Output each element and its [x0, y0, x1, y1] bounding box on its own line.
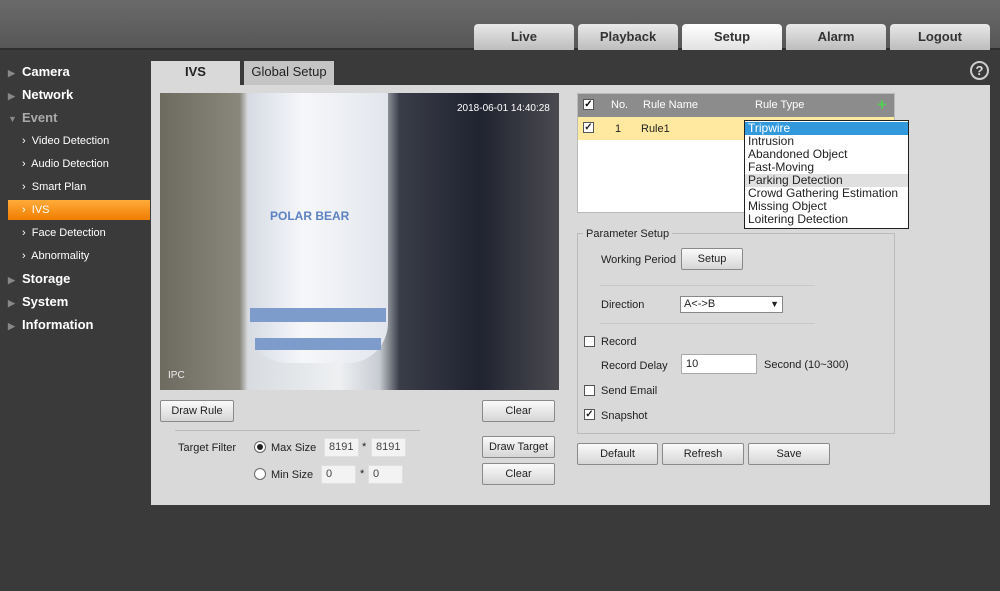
parameter-setup-legend: Parameter Setup [583, 227, 673, 241]
nav-tab-setup[interactable]: Setup [682, 24, 782, 50]
clear-rule-button[interactable]: Clear [482, 400, 555, 422]
record-delay-label: Record Delay [601, 360, 668, 372]
sidebar-label: IVS [31, 204, 50, 216]
table-header: ✓ No. Rule Name Rule Type + [578, 94, 894, 117]
direction-label: Direction [601, 299, 645, 311]
snapshot-label: Snapshot [601, 410, 648, 422]
add-rule-icon[interactable]: + [877, 95, 887, 115]
row-no: 1 [615, 123, 622, 135]
default-button[interactable]: Default [577, 443, 658, 465]
sidebar-label: Event [22, 110, 58, 125]
draw-target-button[interactable]: Draw Target [482, 436, 555, 458]
sidebar-label: Smart Plan [31, 181, 87, 193]
working-period-setup-button[interactable]: Setup [681, 248, 743, 270]
tab-global-setup[interactable]: Global Setup [244, 61, 334, 85]
record-checkbox[interactable] [584, 336, 595, 347]
video-preview[interactable]: POLAR BEAR 2018-06-01 14:40:28 IPC [160, 93, 559, 390]
mug-text: POLAR BEAR [270, 209, 350, 223]
nav-tab-playback[interactable]: Playback [578, 24, 678, 50]
send-email-checkbox[interactable] [584, 385, 595, 396]
sidebar-item-event[interactable]: ▼ Event [8, 108, 150, 128]
sidebar-item-audio-detection[interactable]: › Audio Detection [8, 154, 150, 174]
row-checkbox[interactable]: ✓ [583, 122, 594, 133]
sidebar-item-storage[interactable]: ▶ Storage [8, 269, 150, 289]
video-channel-label: IPC [168, 370, 185, 381]
min-height-input[interactable]: 0 [368, 465, 403, 484]
sidebar-label: Face Detection [31, 227, 106, 239]
send-email-label: Send Email [601, 385, 658, 397]
snapshot-checkbox[interactable]: ✓ [584, 409, 595, 420]
header-rule-type: Rule Type [755, 99, 805, 111]
triangle-right-icon: ▶ [8, 91, 15, 101]
sidebar-item-face-detection[interactable]: › Face Detection [8, 223, 150, 243]
size-separator: * [360, 468, 365, 480]
direction-value: A<->B [684, 298, 716, 310]
max-size-label: Max Size [271, 442, 317, 454]
sidebar-item-information[interactable]: ▶ Information [8, 315, 150, 335]
sidebar-item-system[interactable]: ▶ System [8, 292, 150, 312]
mug-stripe [250, 308, 386, 322]
top-bar: Live Playback Setup Alarm Logout [0, 0, 1000, 50]
tab-ivs[interactable]: IVS [151, 61, 240, 86]
header-rule-name: Rule Name [643, 99, 699, 111]
sidebar-item-smart-plan[interactable]: › Smart Plan [8, 177, 150, 197]
size-separator: * [362, 441, 367, 453]
sidebar-item-camera[interactable]: ▶ Camera [8, 62, 150, 82]
triangle-right-icon: ▶ [8, 298, 15, 308]
sidebar-label: Abnormality [31, 250, 90, 262]
mug-image [248, 93, 388, 363]
divider [175, 430, 420, 431]
mug-stripe [255, 338, 381, 350]
min-width-input[interactable]: 0 [321, 465, 356, 484]
select-all-checkbox[interactable]: ✓ [583, 99, 594, 110]
sidebar-item-ivs[interactable]: › IVS [8, 200, 150, 220]
min-size-label: Min Size [271, 469, 314, 481]
video-timestamp: 2018-06-01 14:40:28 [457, 103, 550, 114]
clear-target-button[interactable]: Clear [482, 463, 555, 485]
refresh-button[interactable]: Refresh [662, 443, 744, 465]
sidebar-item-network[interactable]: ▶ Network [8, 85, 150, 105]
nav-tab-alarm[interactable]: Alarm [786, 24, 886, 50]
target-filter-label: Target Filter [178, 442, 237, 454]
sidebar-label: System [22, 294, 69, 309]
dropdown-option-loitering-detection[interactable]: Loitering Detection [745, 213, 908, 226]
rule-type-dropdown[interactable]: Tripwire Intrusion Abandoned Object Fast… [744, 120, 909, 229]
save-button[interactable]: Save [748, 443, 830, 465]
min-size-radio[interactable] [254, 468, 266, 480]
triangle-right-icon: ▶ [8, 68, 15, 78]
sidebar-item-abnormality[interactable]: › Abnormality [8, 246, 150, 266]
max-height-input[interactable]: 8191 [371, 438, 406, 457]
row-rule-name: Rule1 [641, 123, 670, 135]
sidebar-label: Network [22, 87, 74, 102]
direction-select[interactable]: A<->B ▼ [680, 296, 783, 313]
triangle-right-icon: ▶ [8, 275, 15, 285]
header-no: No. [611, 99, 629, 111]
nav-tab-live[interactable]: Live [474, 24, 574, 50]
triangle-down-icon: ▼ [8, 114, 17, 124]
working-period-label: Working Period [601, 254, 676, 266]
nav-tab-logout[interactable]: Logout [890, 24, 990, 50]
divider [600, 323, 815, 324]
sidebar-item-video-detection[interactable]: › Video Detection [8, 131, 150, 151]
max-size-radio[interactable] [254, 441, 266, 453]
record-delay-input[interactable]: 10 [681, 354, 757, 374]
divider [600, 285, 815, 286]
record-delay-unit: Second (10~300) [764, 359, 849, 371]
max-width-input[interactable]: 8191 [324, 438, 359, 457]
sidebar-label: Video Detection [31, 135, 110, 147]
sidebar-label: Camera [22, 64, 70, 79]
sidebar-label: Audio Detection [31, 158, 109, 170]
sidebar-label: Information [22, 317, 94, 332]
draw-rule-button[interactable]: Draw Rule [160, 400, 234, 422]
sidebar-label: Storage [22, 271, 71, 286]
triangle-right-icon: ▶ [8, 321, 15, 331]
chevron-down-icon: ▼ [770, 299, 779, 309]
help-icon[interactable]: ? [970, 61, 989, 80]
record-label: Record [601, 336, 637, 348]
